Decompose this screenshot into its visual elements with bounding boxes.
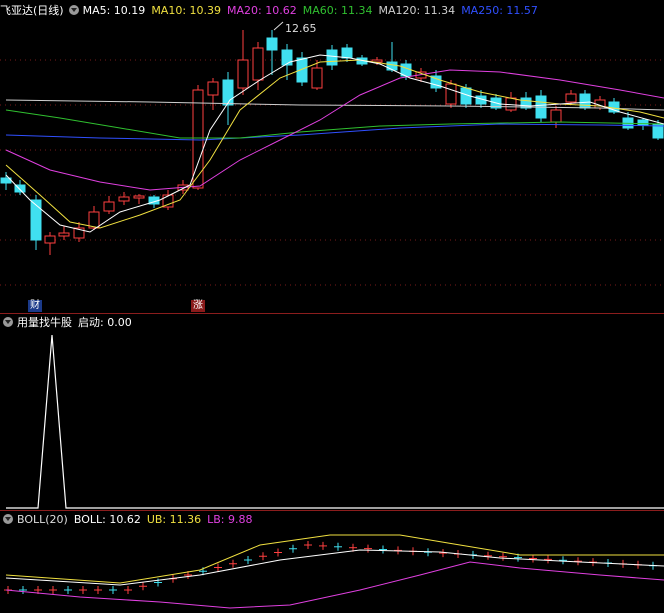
boll-gear-icon[interactable] [3, 514, 13, 524]
indicator-legend: 用量找牛股 启动: 0.00 [0, 315, 138, 331]
candle-body-22 [326, 49, 338, 66]
ma-value-5: MA250: 11.57 [461, 4, 538, 17]
stock-title: 飞亚达(日线) [0, 4, 64, 17]
panel-divider-2 [0, 510, 664, 511]
main-legend: 飞亚达(日线) MA5: 10.19 MA10: 10.39 MA20: 10.62 M… [0, 3, 550, 19]
boll-lb-line [5, 561, 664, 609]
candle-body-19 [281, 49, 293, 66]
candle-body-17 [252, 47, 264, 81]
boll-ub-line [5, 534, 664, 584]
ma250-line [5, 123, 664, 141]
ma-value-4: MA120: 11.34 [378, 4, 456, 17]
indicator-name: 用量找牛股 [17, 316, 72, 329]
candle-body-2 [30, 199, 42, 241]
ma-value-0: MA5: 10.19 [82, 4, 146, 17]
boll-mid: BOLL: 10.62 [73, 513, 141, 526]
candle-body-43 [637, 119, 649, 126]
ma-value-1: MA10: 10.39 [151, 4, 222, 17]
candle-body-30 [445, 83, 457, 105]
boll-name: BOLL(20) [17, 513, 68, 526]
settings-gear-icon[interactable] [68, 5, 79, 15]
candle-body-3 [44, 235, 56, 244]
candle-body-8 [118, 196, 130, 202]
candle-body-21 [311, 67, 323, 89]
rise-tag[interactable]: 涨 [191, 300, 205, 312]
ma-value-2: MA20: 10.62 [227, 4, 297, 17]
ma60-line [5, 109, 664, 139]
candle-body-23 [341, 47, 353, 59]
candle-body-37 [550, 109, 562, 123]
indicator-gear-icon[interactable] [3, 317, 13, 327]
ma-values: MA5: 10.19 MA10: 10.39 MA20: 10.62 MA60: 11… [83, 4, 544, 17]
candle-body-11 [162, 194, 174, 208]
indicator-value: 启动: 0.00 [78, 316, 132, 329]
candle-body-18 [266, 37, 278, 51]
candle-body-38 [565, 93, 577, 103]
candle-body-4 [58, 232, 70, 237]
candle-body-26 [386, 61, 398, 71]
ma20-line [5, 69, 664, 191]
finance-tag[interactable]: 财 [28, 300, 42, 312]
candle-body-9 [133, 195, 145, 199]
candle-body-14 [207, 81, 219, 96]
boll-ub: UB: 11.36 [146, 513, 202, 526]
candle-body-15 [222, 79, 234, 106]
candle-body-16 [237, 59, 249, 89]
candle-body-7 [103, 201, 115, 212]
candle-body-20 [296, 57, 308, 83]
ma-value-3: MA60: 11.34 [302, 4, 373, 17]
boll-legend: BOLL(20) BOLL: 10.62 UB: 11.36 LB: 9.88 [0, 512, 259, 528]
high-price-label: 12.65 [285, 22, 317, 35]
panel-divider-1 [0, 313, 664, 314]
indicator-line [6, 334, 664, 509]
high-marker [273, 21, 284, 31]
boll-lb: LB: 9.88 [207, 513, 253, 526]
